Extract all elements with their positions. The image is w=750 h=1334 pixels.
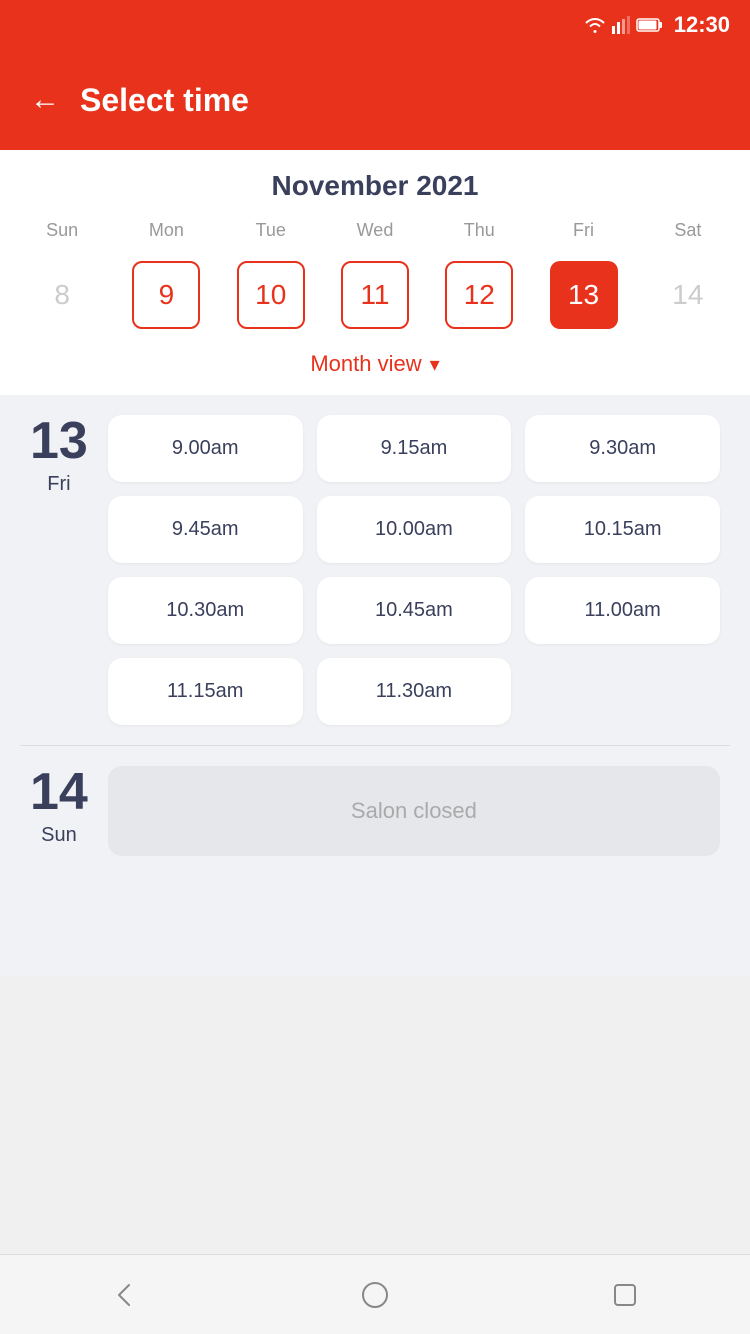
weekday-fri: Fri [531, 220, 635, 241]
time-slot-1130[interactable]: 11.30am [317, 658, 512, 725]
date-10: 10 [237, 261, 305, 329]
day-number-14: 14 [30, 766, 88, 818]
weekday-sat: Sat [636, 220, 740, 241]
date-9: 9 [132, 261, 200, 329]
salon-closed: Salon closed [108, 766, 720, 856]
weekday-thu: Thu [427, 220, 531, 241]
day-14-label: 14 Sun [30, 766, 88, 847]
date-12: 12 [445, 261, 513, 329]
nav-home-button[interactable] [357, 1277, 393, 1313]
time-slot-1115[interactable]: 11.15am [108, 658, 303, 725]
month-view-label: Month view [310, 351, 421, 377]
day-14-content: 14 Sun Salon closed [30, 766, 720, 856]
day-section-14: 14 Sun Salon closed [0, 746, 750, 876]
date-8: 8 [28, 261, 96, 329]
day-name-sun: Sun [41, 824, 77, 847]
weekday-wed: Wed [323, 220, 427, 241]
time-slot-945[interactable]: 9.45am [108, 496, 303, 563]
date-cell-14[interactable]: 14 [636, 256, 740, 334]
time-slot-1015[interactable]: 10.15am [525, 496, 720, 563]
date-cell-13[interactable]: 13 [531, 256, 635, 334]
date-cell-9[interactable]: 9 [114, 256, 218, 334]
weekday-mon: Mon [114, 220, 218, 241]
recent-nav-icon [609, 1279, 641, 1311]
time-slot-1000[interactable]: 10.00am [317, 496, 512, 563]
weekday-tue: Tue [219, 220, 323, 241]
time-slot-1100[interactable]: 11.00am [525, 577, 720, 644]
nav-back-button[interactable] [107, 1277, 143, 1313]
back-nav-icon [109, 1279, 141, 1311]
month-year-title: November 2021 [10, 170, 740, 202]
date-cell-10[interactable]: 10 [219, 256, 323, 334]
date-13: 13 [550, 261, 618, 329]
slots-grid-13: 9.00am 9.15am 9.30am 9.45am 10.00am 10.1… [108, 415, 720, 725]
date-14: 14 [654, 261, 722, 329]
chevron-down-icon: ▾ [430, 352, 440, 377]
date-cell-11[interactable]: 11 [323, 256, 427, 334]
day-13-content: 13 Fri 9.00am 9.15am 9.30am 9.45am 10.00… [30, 415, 720, 725]
status-bar: 12:30 [0, 0, 750, 50]
date-cell-8[interactable]: 8 [10, 256, 114, 334]
time-slot-930[interactable]: 9.30am [525, 415, 720, 482]
battery-icon [636, 17, 664, 33]
time-slot-915[interactable]: 9.15am [317, 415, 512, 482]
dates-row: 8 9 10 11 12 13 14 [10, 251, 740, 339]
weekdays-row: Sun Mon Tue Wed Thu Fri Sat [10, 220, 740, 241]
status-icons [584, 16, 664, 34]
calendar-section: November 2021 Sun Mon Tue Wed Thu Fri Sa… [0, 150, 750, 395]
nav-bar [0, 1254, 750, 1334]
time-slot-900[interactable]: 9.00am [108, 415, 303, 482]
back-button[interactable]: ← [30, 83, 60, 117]
page-title: Select time [80, 82, 249, 119]
month-view-toggle[interactable]: Month view ▾ [10, 339, 740, 385]
date-11: 11 [341, 261, 409, 329]
wifi-icon [584, 16, 606, 34]
home-nav-icon [359, 1279, 391, 1311]
day-section-13: 13 Fri 9.00am 9.15am 9.30am 9.45am 10.00… [0, 395, 750, 745]
day-13-label: 13 Fri [30, 415, 88, 496]
weekday-sun: Sun [10, 220, 114, 241]
signal-icon [612, 16, 630, 34]
day-name-fri: Fri [47, 473, 70, 496]
day-number-13: 13 [30, 415, 88, 467]
time-slot-1045[interactable]: 10.45am [317, 577, 512, 644]
date-cell-12[interactable]: 12 [427, 256, 531, 334]
time-slot-1030[interactable]: 10.30am [108, 577, 303, 644]
app-header: ← Select time [0, 50, 750, 150]
timeslots-section: 13 Fri 9.00am 9.15am 9.30am 9.45am 10.00… [0, 395, 750, 976]
status-time: 12:30 [674, 12, 730, 38]
nav-recent-button[interactable] [607, 1277, 643, 1313]
